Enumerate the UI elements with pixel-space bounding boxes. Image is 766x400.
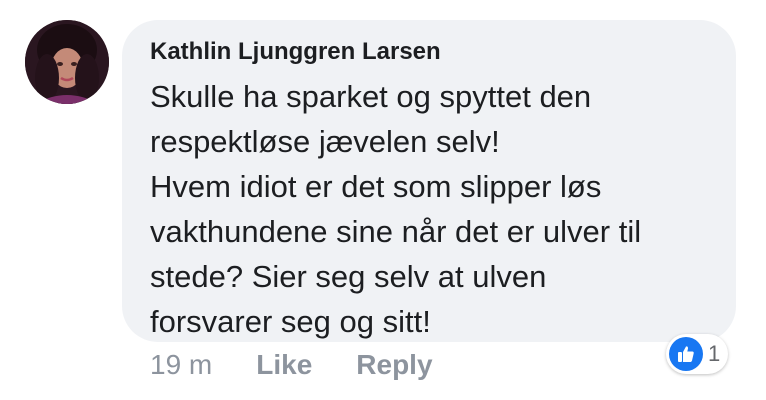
- comment-actions: 19 m Like Reply: [150, 349, 433, 381]
- thumbs-up-icon: [669, 337, 703, 371]
- comment-timestamp[interactable]: 19 m: [150, 349, 212, 381]
- comment: Kathlin Ljunggren Larsen Skulle ha spark…: [0, 0, 766, 400]
- reaction-count: 1: [708, 341, 721, 366]
- comment-bubble: Kathlin Ljunggren Larsen Skulle ha spark…: [122, 20, 736, 342]
- reply-button[interactable]: Reply: [356, 349, 432, 381]
- profile-photo: [25, 20, 109, 104]
- avatar[interactable]: [25, 20, 109, 104]
- like-button[interactable]: Like: [256, 349, 312, 381]
- comment-author[interactable]: Kathlin Ljunggren Larsen: [150, 38, 716, 66]
- reaction-summary[interactable]: 1: [666, 334, 729, 374]
- comment-text: Skulle ha sparket og spyttet den respekt…: [150, 79, 642, 339]
